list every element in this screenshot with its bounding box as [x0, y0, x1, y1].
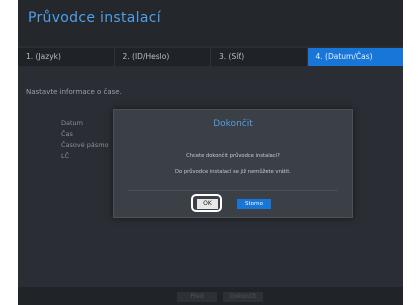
- ok-button[interactable]: OK: [197, 199, 218, 209]
- step-language[interactable]: 1. (Jazyk): [18, 48, 115, 66]
- step-date-time[interactable]: 4. (Datum/Čas): [307, 48, 403, 66]
- wizard-title: Průvodce instalací: [28, 10, 161, 26]
- time-label: Čas: [61, 130, 73, 138]
- step-network[interactable]: 3. (Síť): [211, 48, 308, 66]
- info-text: Nastavte informace o čase.: [26, 88, 122, 96]
- title-bar: Průvodce instalací: [18, 0, 403, 46]
- wizard-steps: 1. (Jazyk) 2. (ID/Heslo) 3. (Síť) 4. (Da…: [18, 48, 403, 66]
- installation-wizard-screen: Průvodce instalací 1. (Jazyk) 2. (ID/Hes…: [18, 0, 403, 305]
- finish-button[interactable]: Dokončit: [223, 292, 263, 302]
- previous-button[interactable]: Před: [177, 292, 217, 302]
- cancel-button[interactable]: Storno: [237, 199, 271, 209]
- step-id-password[interactable]: 2. (ID/Heslo): [115, 48, 211, 66]
- dialog-warning: Do průvodce instalací se již nemůžete vr…: [175, 169, 291, 175]
- form-labels: Datum Čas Časové pásmo LČ: [61, 118, 109, 162]
- date-label: Datum: [61, 119, 83, 127]
- footer-bar: Před Dokončit: [18, 287, 403, 305]
- dialog-title: Dokončit: [213, 119, 253, 129]
- dst-label: LČ: [61, 152, 70, 160]
- dialog-divider: [128, 190, 338, 191]
- dialog-question: Chcete dokončit průvodce instalací?: [186, 153, 280, 159]
- timezone-label: Časové pásmo: [61, 141, 109, 149]
- finish-dialog: Dokončit Chcete dokončit průvodce instal…: [113, 109, 353, 218]
